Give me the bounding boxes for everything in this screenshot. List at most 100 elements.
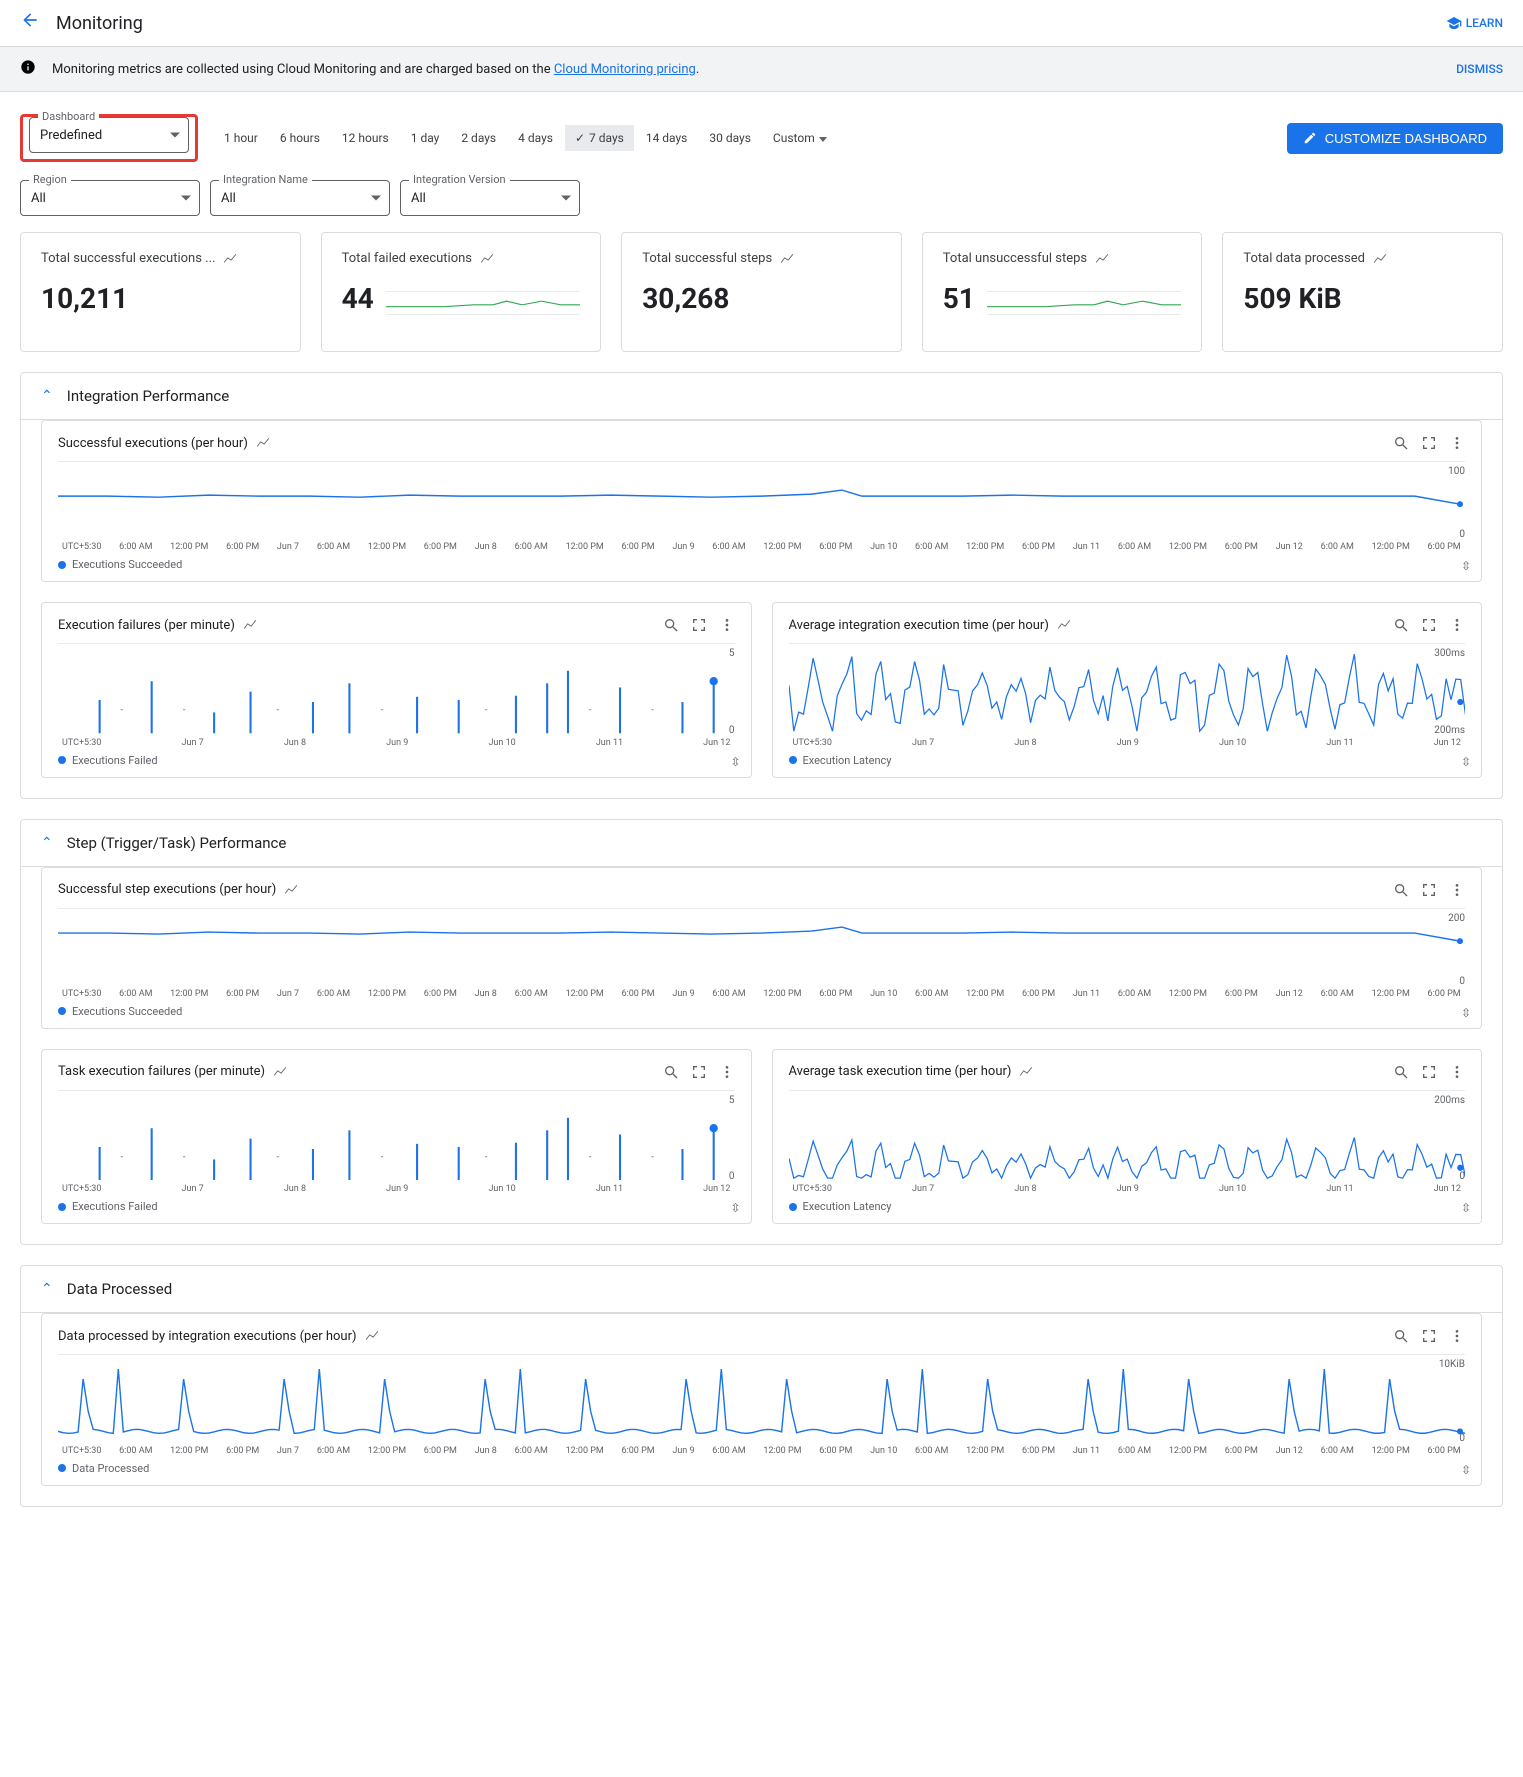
info-text-b: . xyxy=(696,62,699,77)
chart-indicator-icon xyxy=(243,618,257,632)
time-range-1-hour[interactable]: 1 hour xyxy=(214,125,268,151)
x-axis-labels: UTC+5:306:00 AM12:00 PM6:00 PMJun 76:00 … xyxy=(58,989,1465,999)
chart-indicator-icon xyxy=(223,252,237,266)
y-bot: 0 xyxy=(1459,1433,1465,1444)
time-range-12-hours[interactable]: 12 hours xyxy=(332,125,399,151)
region-label: Region xyxy=(29,173,71,186)
zoom-icon[interactable] xyxy=(663,1064,679,1080)
svg-text:-: - xyxy=(381,1151,384,1162)
chart-successful-executions-hour: Successful executions (per hour) 100 xyxy=(41,420,1482,582)
pricing-link[interactable]: Cloud Monitoring pricing xyxy=(554,62,696,77)
fullscreen-icon[interactable] xyxy=(1421,882,1437,898)
more-icon[interactable] xyxy=(1449,882,1465,898)
chart-title: Execution failures (per minute) xyxy=(58,618,235,633)
svg-text:-: - xyxy=(183,1151,186,1162)
dashboard-select[interactable]: Dashboard Predefined xyxy=(29,117,189,153)
y-bot: 0 xyxy=(1459,529,1465,540)
expand-legend-icon[interactable]: ⇳ xyxy=(730,1201,740,1215)
chevron-up-icon: ⌃ xyxy=(41,388,53,404)
more-icon[interactable] xyxy=(1449,1064,1465,1080)
page-title: Monitoring xyxy=(56,13,1446,34)
chart-legend: Data Processed xyxy=(58,1462,1465,1475)
integration-version-label: Integration Version xyxy=(409,173,510,186)
time-range-14-days[interactable]: 14 days xyxy=(636,125,698,151)
svg-text:-: - xyxy=(589,705,592,716)
expand-legend-icon[interactable]: ⇳ xyxy=(1461,755,1471,769)
svg-text:-: - xyxy=(120,1151,123,1162)
zoom-icon[interactable] xyxy=(1393,1328,1409,1344)
y-top: 200ms xyxy=(1434,1095,1465,1106)
panel-header[interactable]: ⌃ Step (Trigger/Task) Performance xyxy=(21,820,1502,867)
fullscreen-icon[interactable] xyxy=(691,617,707,633)
expand-legend-icon[interactable]: ⇳ xyxy=(730,755,740,769)
chart-indicator-icon xyxy=(1057,618,1071,632)
stat-label: Total failed executions xyxy=(342,251,472,266)
time-range-4-days[interactable]: 4 days xyxy=(508,125,563,151)
time-range-picker: 1 hour6 hours12 hours1 day2 days4 days✓ … xyxy=(214,125,837,151)
panel-header[interactable]: ⌃ Integration Performance xyxy=(21,373,1502,420)
chart-legend: Execution Latency xyxy=(789,754,1466,767)
svg-text:-: - xyxy=(589,1151,592,1162)
y-bot: 0 xyxy=(1459,976,1465,987)
back-icon[interactable] xyxy=(20,10,40,36)
fullscreen-icon[interactable] xyxy=(1421,1328,1437,1344)
chart-svg xyxy=(58,468,1465,538)
legend-text: Executions Failed xyxy=(72,754,158,767)
chart-indicator-icon xyxy=(365,1329,379,1343)
chevron-up-icon: ⌃ xyxy=(41,835,53,851)
time-range-7-days[interactable]: ✓ 7 days xyxy=(565,125,634,151)
svg-text:-: - xyxy=(381,705,384,716)
expand-legend-icon[interactable]: ⇳ xyxy=(1461,1006,1471,1020)
time-range-1-day[interactable]: 1 day xyxy=(401,125,450,151)
integration-name-select[interactable]: Integration Name All xyxy=(210,180,390,216)
zoom-icon[interactable] xyxy=(1393,1064,1409,1080)
region-select[interactable]: Region All xyxy=(20,180,200,216)
customize-dashboard-button[interactable]: CUSTOMIZE DASHBOARD xyxy=(1287,123,1503,154)
info-message: Monitoring metrics are collected using C… xyxy=(52,62,1456,77)
info-banner: Monitoring metrics are collected using C… xyxy=(0,47,1523,92)
learn-link[interactable]: LEARN xyxy=(1446,15,1503,31)
stat-value: 30,268 xyxy=(642,282,881,315)
zoom-icon[interactable] xyxy=(1393,435,1409,451)
chart-indicator-icon xyxy=(480,252,494,266)
time-range-6-hours[interactable]: 6 hours xyxy=(270,125,330,151)
chart-title: Average task execution time (per hour) xyxy=(789,1064,1012,1079)
more-icon[interactable] xyxy=(719,1064,735,1080)
y-bot: 0 xyxy=(1459,1171,1465,1182)
zoom-icon[interactable] xyxy=(1393,617,1409,633)
dismiss-button[interactable]: DISMISS xyxy=(1456,62,1503,76)
expand-legend-icon[interactable]: ⇳ xyxy=(1461,1201,1471,1215)
fullscreen-icon[interactable] xyxy=(691,1064,707,1080)
y-top: 10KiB xyxy=(1439,1359,1465,1370)
integration-name-value: All xyxy=(221,191,236,206)
svg-text:-: - xyxy=(183,705,186,716)
fullscreen-icon[interactable] xyxy=(1421,617,1437,633)
fullscreen-icon[interactable] xyxy=(1421,1064,1437,1080)
chart-legend: Executions Failed xyxy=(58,1200,735,1213)
panel-header[interactable]: ⌃ Data Processed xyxy=(21,1266,1502,1313)
fullscreen-icon[interactable] xyxy=(1421,435,1437,451)
time-range-2-days[interactable]: 2 days xyxy=(451,125,506,151)
chart-svg: ------- xyxy=(58,650,735,733)
x-axis-labels: UTC+5:30Jun 7Jun 8Jun 9Jun 10Jun 11Jun 1… xyxy=(789,738,1466,748)
dashboard-select-highlight: Dashboard Predefined xyxy=(20,114,198,162)
zoom-icon[interactable] xyxy=(663,617,679,633)
zoom-icon[interactable] xyxy=(1393,882,1409,898)
more-icon[interactable] xyxy=(1449,617,1465,633)
chart-execution-failures-minute: Execution failures (per minute) 5 xyxy=(41,602,752,777)
region-value: All xyxy=(31,191,46,206)
stat-card-data-processed: Total data processed 509 KiB xyxy=(1222,232,1503,352)
more-icon[interactable] xyxy=(719,617,735,633)
svg-text:-: - xyxy=(651,1151,654,1162)
chevron-down-icon xyxy=(170,133,180,138)
integration-version-select[interactable]: Integration Version All xyxy=(400,180,580,216)
expand-legend-icon[interactable]: ⇳ xyxy=(1461,1463,1471,1477)
svg-text:-: - xyxy=(120,705,123,716)
time-range-30-days[interactable]: 30 days xyxy=(699,125,761,151)
expand-legend-icon[interactable]: ⇳ xyxy=(1461,559,1471,573)
more-icon[interactable] xyxy=(1449,1328,1465,1344)
time-range-custom[interactable]: Custom xyxy=(763,125,837,151)
y-top: 300ms xyxy=(1434,648,1465,659)
chart-legend: Execution Latency xyxy=(789,1200,1466,1213)
more-icon[interactable] xyxy=(1449,435,1465,451)
